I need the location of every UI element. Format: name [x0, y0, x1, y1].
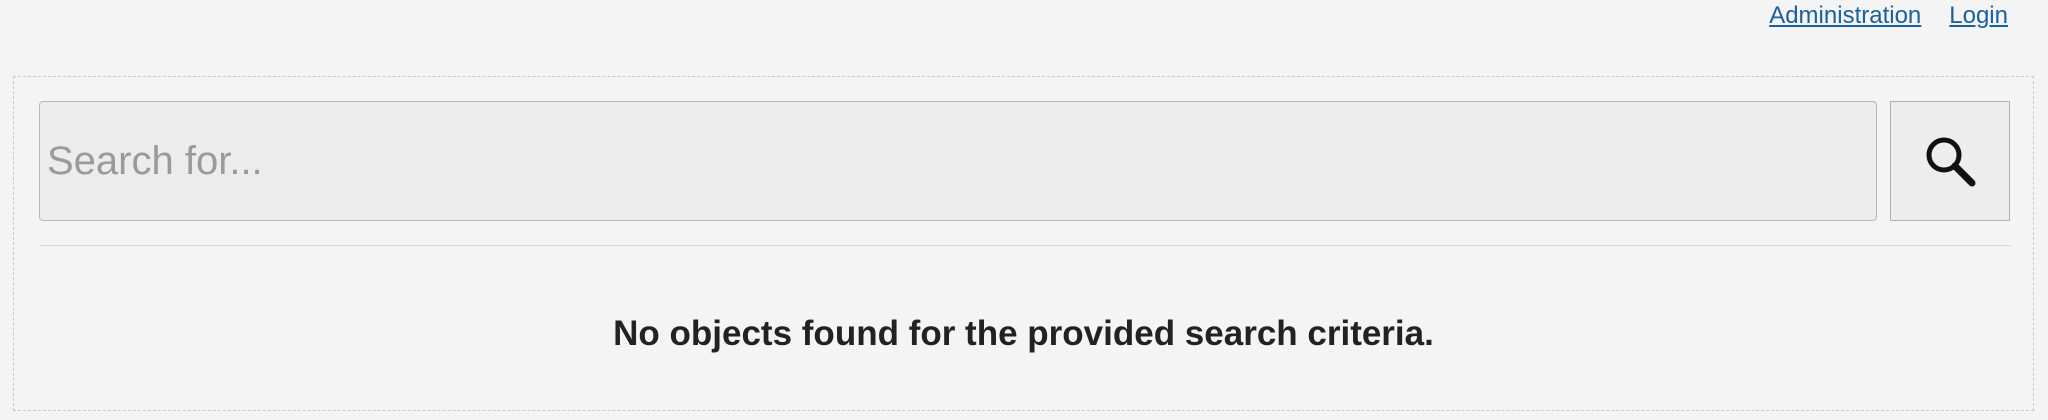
search-bar — [39, 101, 2011, 223]
search-input[interactable] — [39, 101, 1877, 221]
administration-link[interactable]: Administration — [1769, 2, 1921, 30]
search-panel: No objects found for the provided search… — [13, 76, 2034, 411]
login-link[interactable]: Login — [1949, 2, 2008, 30]
search-icon — [1926, 137, 1976, 187]
top-navigation: Administration Login — [1769, 0, 2008, 32]
divider — [39, 245, 2011, 246]
search-button[interactable] — [1890, 101, 2010, 221]
no-results-message: No objects found for the provided search… — [613, 314, 1434, 353]
